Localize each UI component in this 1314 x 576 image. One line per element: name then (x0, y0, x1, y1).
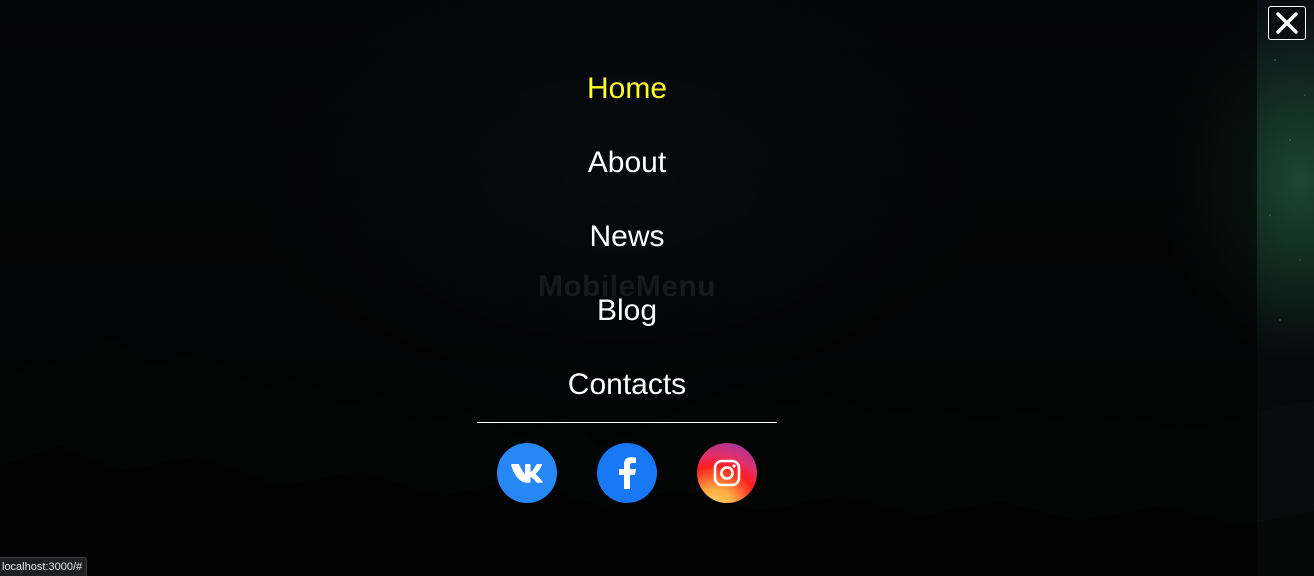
vk-icon (511, 464, 543, 483)
menu-divider (477, 422, 777, 423)
mobile-nav: Home About News Blog Contacts (0, 66, 1254, 436)
browser-status-url: localhost:3000/# (0, 557, 88, 576)
instagram-icon (713, 459, 741, 487)
facebook-link[interactable] (597, 443, 657, 503)
nav-item-home: Home (0, 66, 1254, 140)
nav-link-about[interactable]: About (584, 140, 670, 186)
nav-item-blog: Blog (0, 288, 1254, 362)
facebook-icon (619, 457, 636, 489)
close-icon (1276, 12, 1298, 34)
nav-link-blog[interactable]: Blog (593, 288, 661, 334)
nav-link-news[interactable]: News (585, 214, 668, 260)
close-menu-button[interactable] (1268, 6, 1306, 40)
instagram-link[interactable] (697, 443, 757, 503)
page: MobileMenu Home About News Blog Contacts (0, 0, 1314, 576)
nav-link-contacts[interactable]: Contacts (564, 362, 690, 408)
vk-link[interactable] (497, 443, 557, 503)
nav-item-contacts: Contacts (0, 362, 1254, 436)
nav-item-news: News (0, 214, 1254, 288)
nav-link-home[interactable]: Home (583, 66, 671, 112)
nav-item-about: About (0, 140, 1254, 214)
